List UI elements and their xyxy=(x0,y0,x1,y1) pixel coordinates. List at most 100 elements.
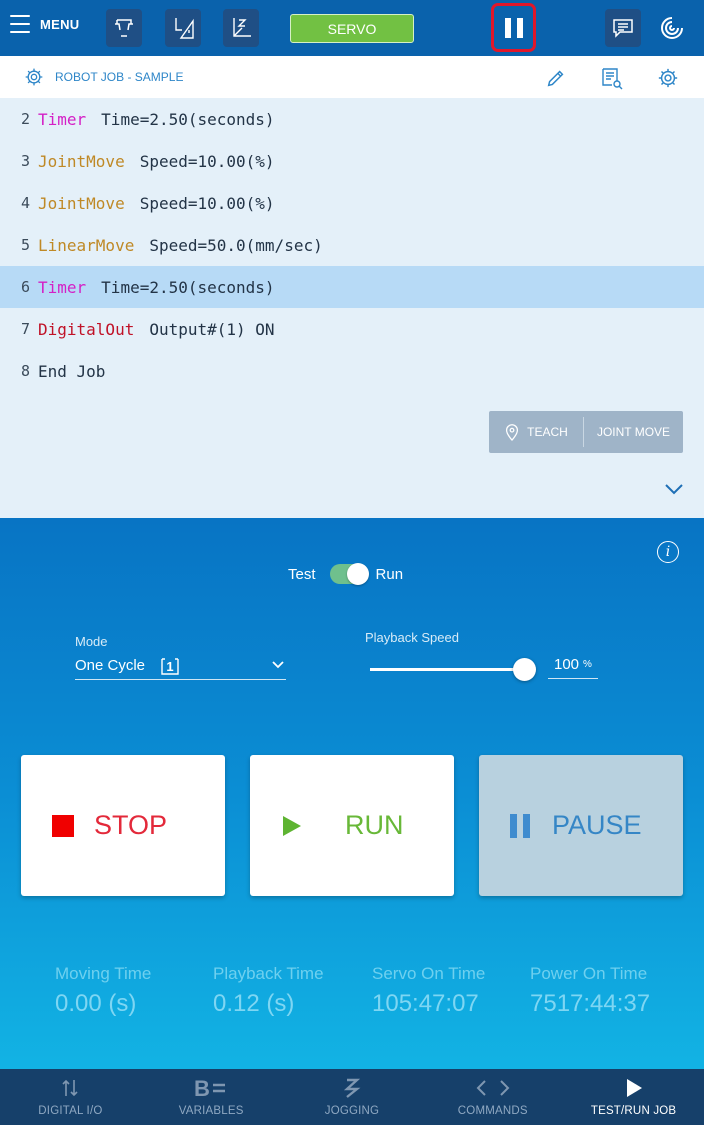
stop-icon xyxy=(52,814,74,837)
nav-label: TEST/RUN JOB xyxy=(590,1105,677,1117)
variables-icon: B xyxy=(194,1075,228,1101)
chevron-down-icon xyxy=(272,661,284,669)
joint-move-label: JOINT MOVE xyxy=(596,425,671,439)
tool-frame-button[interactable] xyxy=(223,9,259,47)
frame-icon xyxy=(175,18,194,39)
command-keyword: JointMove xyxy=(38,151,125,171)
one-cycle-icon: 1 xyxy=(161,657,179,675)
stat-value: 0.12 (s) xyxy=(213,990,295,1017)
command-args: Speed=10.00(%) xyxy=(139,193,275,213)
run-button[interactable]: RUN xyxy=(250,755,454,896)
brand-swirl-icon xyxy=(661,17,683,39)
code-line[interactable]: 2 Timer Time=2.50(seconds) xyxy=(0,98,704,140)
command-keyword: DigitalOut xyxy=(38,319,135,339)
tool-axis-icon xyxy=(233,18,251,37)
command-args: Speed=10.00(%) xyxy=(139,151,275,171)
bottom-nav: DIGITAL I/O B VARIABLES JOGGING COMMANDS… xyxy=(0,1069,704,1125)
stat-moving-time: Moving Time 0.00 (s) xyxy=(55,964,151,1018)
job-code-editor: 2 Timer Time=2.50(seconds) 3 JointMove S… xyxy=(0,98,704,518)
nav-label: JOGGING xyxy=(324,1105,380,1117)
line-number: 4 xyxy=(20,194,30,212)
pause-icon xyxy=(510,813,530,838)
collapse-chevron-icon[interactable] xyxy=(663,478,685,500)
stat-label: Moving Time xyxy=(55,964,152,983)
command-args: Time=2.50(seconds) xyxy=(101,109,275,129)
menu-label: MENU xyxy=(40,16,80,32)
line-number: 8 xyxy=(20,362,30,380)
stat-power-on-time: Power On Time 7517:44:37 xyxy=(530,964,650,1018)
line-number: 6 xyxy=(20,278,30,296)
edit-button[interactable] xyxy=(543,65,569,91)
run-panel: i Test Run Mode One Cycle 1 Playback Spe… xyxy=(0,518,704,1069)
command-keyword: JointMove xyxy=(38,193,125,213)
nav-commands[interactable]: COMMANDS xyxy=(422,1069,563,1125)
stat-value: 7517:44:37 xyxy=(530,990,651,1017)
nav-label: VARIABLES xyxy=(178,1105,244,1117)
nav-jogging[interactable]: JOGGING xyxy=(282,1069,423,1125)
brand-logo-button[interactable] xyxy=(656,12,688,44)
joint-move-button[interactable]: JOINT MOVE xyxy=(584,411,683,453)
servo-button[interactable]: SERVO xyxy=(290,14,414,43)
job-search-button[interactable] xyxy=(599,65,625,91)
info-icon[interactable]: i xyxy=(657,541,679,563)
nav-variables[interactable]: B VARIABLES xyxy=(141,1069,282,1125)
pause-icon xyxy=(504,17,523,38)
code-line[interactable]: 4 JointMove Speed=10.00(%) xyxy=(0,182,704,224)
coordinate-frame-button[interactable] xyxy=(165,9,201,47)
document-search-icon xyxy=(602,68,623,90)
code-line[interactable]: 5 LinearMove Speed=50.0(mm/sec) xyxy=(0,224,704,266)
mode-label: Mode xyxy=(75,634,108,649)
location-pin-icon xyxy=(506,424,519,441)
teach-toolbar: TEACH JOINT MOVE xyxy=(489,411,683,453)
job-settings-gear-icon[interactable] xyxy=(24,67,44,87)
pause-top-button[interactable] xyxy=(491,3,536,52)
command-args: End Job xyxy=(38,361,106,381)
stop-button[interactable]: STOP xyxy=(21,755,225,896)
stat-label: Playback Time xyxy=(213,964,324,983)
hamburger-icon xyxy=(10,15,30,33)
job-header: ROBOT JOB - SAMPLE xyxy=(0,56,704,98)
playback-speed-label: Playback Speed xyxy=(365,630,459,645)
play-icon xyxy=(625,1075,643,1101)
stat-label: Power On Time xyxy=(530,964,648,983)
stat-playback-time: Playback Time 0.12 (s) xyxy=(213,964,324,1018)
line-number: 2 xyxy=(20,110,30,128)
digital-io-icon xyxy=(61,1075,79,1101)
playback-speed-unit: % xyxy=(583,659,592,670)
menu-button[interactable]: MENU xyxy=(10,15,79,33)
svg-text:B: B xyxy=(194,1077,210,1099)
switch-knob xyxy=(346,563,369,585)
toggle-run-label: Run xyxy=(375,565,404,583)
command-keyword: Timer xyxy=(38,109,87,129)
line-number: 7 xyxy=(20,320,30,338)
playback-speed-input[interactable]: 100 % xyxy=(548,651,598,679)
pause-button[interactable]: PAUSE xyxy=(479,755,683,896)
code-line[interactable]: 3 JointMove Speed=10.00(%) xyxy=(0,140,704,182)
stat-label: Servo On Time xyxy=(372,964,486,983)
stat-servo-on-time: Servo On Time 105:47:07 xyxy=(372,964,485,1018)
messages-button[interactable] xyxy=(605,9,641,47)
command-args: Time=2.50(seconds) xyxy=(101,277,275,297)
playback-speed-slider-knob[interactable] xyxy=(513,658,536,681)
robot-gripper-icon xyxy=(115,19,133,37)
test-run-switch[interactable] xyxy=(329,563,369,585)
code-line[interactable]: 7 DigitalOut Output#(1) ON xyxy=(0,308,704,350)
nav-digital-io[interactable]: DIGITAL I/O xyxy=(0,1069,141,1125)
playback-speed-slider[interactable] xyxy=(370,668,525,671)
line-number: 3 xyxy=(20,152,30,170)
robot-view-button[interactable] xyxy=(106,9,142,47)
nav-label: DIGITAL I/O xyxy=(38,1105,103,1117)
test-run-toggle: Test Run xyxy=(288,563,404,585)
settings-button[interactable] xyxy=(655,65,681,91)
chat-icon xyxy=(613,19,633,38)
run-label: RUN xyxy=(345,810,404,840)
nav-test-run-job[interactable]: TEST/RUN JOB xyxy=(563,1069,704,1125)
stat-value: 105:47:07 xyxy=(372,990,479,1017)
code-line-selected[interactable]: 6 Timer Time=2.50(seconds) xyxy=(0,266,704,308)
mode-select[interactable]: One Cycle 1 xyxy=(75,652,286,680)
play-icon xyxy=(283,815,301,836)
playback-speed-value: 100 xyxy=(554,656,580,673)
teach-label: TEACH xyxy=(527,425,568,439)
teach-button[interactable]: TEACH xyxy=(489,411,583,453)
code-line[interactable]: 8 End Job xyxy=(0,350,704,392)
